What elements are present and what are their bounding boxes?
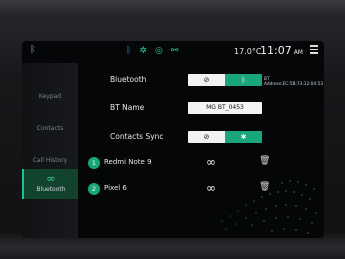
car-icon: ⚯ [170, 46, 179, 56]
bezel-top-trim [0, 0, 345, 18]
contacts-sync-toggle[interactable]: ⊘ ✱ [188, 131, 262, 143]
bluetooth-off-option[interactable]: ⊘ [188, 74, 225, 86]
bluetooth-toggle[interactable]: ⊘ ᛒ [188, 74, 262, 86]
sidebar: Keypad Contacts Call History ∞ Bluetooth [22, 63, 78, 238]
clock-time: 11:07 [260, 44, 292, 57]
temperature-readout: 17.0°C [234, 47, 262, 56]
sync-icon: ◎ [154, 46, 163, 56]
infotainment-screen: ᛒ ᛒ ✲ ◎ ⚯ 17.0°C 11:07 AM Keypad Contacts… [22, 41, 324, 238]
status-bar: ᛒ ᛒ ✲ ◎ ⚯ 17.0°C 11:07 AM [22, 41, 324, 63]
sidebar-item-label: Keypad [38, 93, 62, 100]
bluetooth-on-option[interactable]: ᛒ [225, 74, 262, 86]
device-name: Pixel 6 [104, 184, 127, 192]
contacts-sync-label: Contacts Sync [110, 132, 164, 141]
sidebar-item-call-history[interactable]: Call History [22, 157, 78, 164]
contacts-sync-off-option[interactable]: ⊘ [188, 131, 225, 143]
device-name: Redmi Note 9 [104, 158, 152, 166]
sidebar-item-contacts[interactable]: Contacts [22, 125, 78, 132]
bt-address: BT Address:EC:5B:73:12:04:53 [264, 77, 324, 87]
sidebar-item-label: Contacts [36, 125, 64, 132]
clock: 11:07 AM [260, 44, 303, 57]
bluetooth-label: Bluetooth [110, 75, 147, 84]
bluetooth-icon: ᛒ [30, 45, 36, 55]
sidebar-item-bluetooth[interactable]: ∞ Bluetooth [22, 169, 78, 199]
decorative-particle-wave [221, 180, 317, 234]
device-index-badge: 1 [88, 157, 100, 169]
hamburger-menu-icon[interactable] [310, 45, 318, 54]
device-index-badge: 2 [88, 183, 100, 195]
clock-suffix: AM [293, 49, 303, 56]
link-icon: ∞ [46, 172, 56, 185]
contacts-sync-on-option[interactable]: ✱ [225, 131, 262, 143]
sidebar-item-label: Call History [32, 157, 68, 164]
sidebar-item-label: Bluetooth [36, 186, 66, 193]
bluetooth-icon: ᛒ [126, 46, 132, 56]
bt-name-field[interactable]: MG BT_0453 [188, 102, 262, 114]
bt-name-label: BT Name [110, 103, 145, 112]
sidebar-item-keypad[interactable]: Keypad [22, 93, 78, 100]
status-icons: ᛒ ✲ ◎ ⚯ [126, 45, 178, 57]
gear-icon: ✲ [139, 46, 147, 56]
